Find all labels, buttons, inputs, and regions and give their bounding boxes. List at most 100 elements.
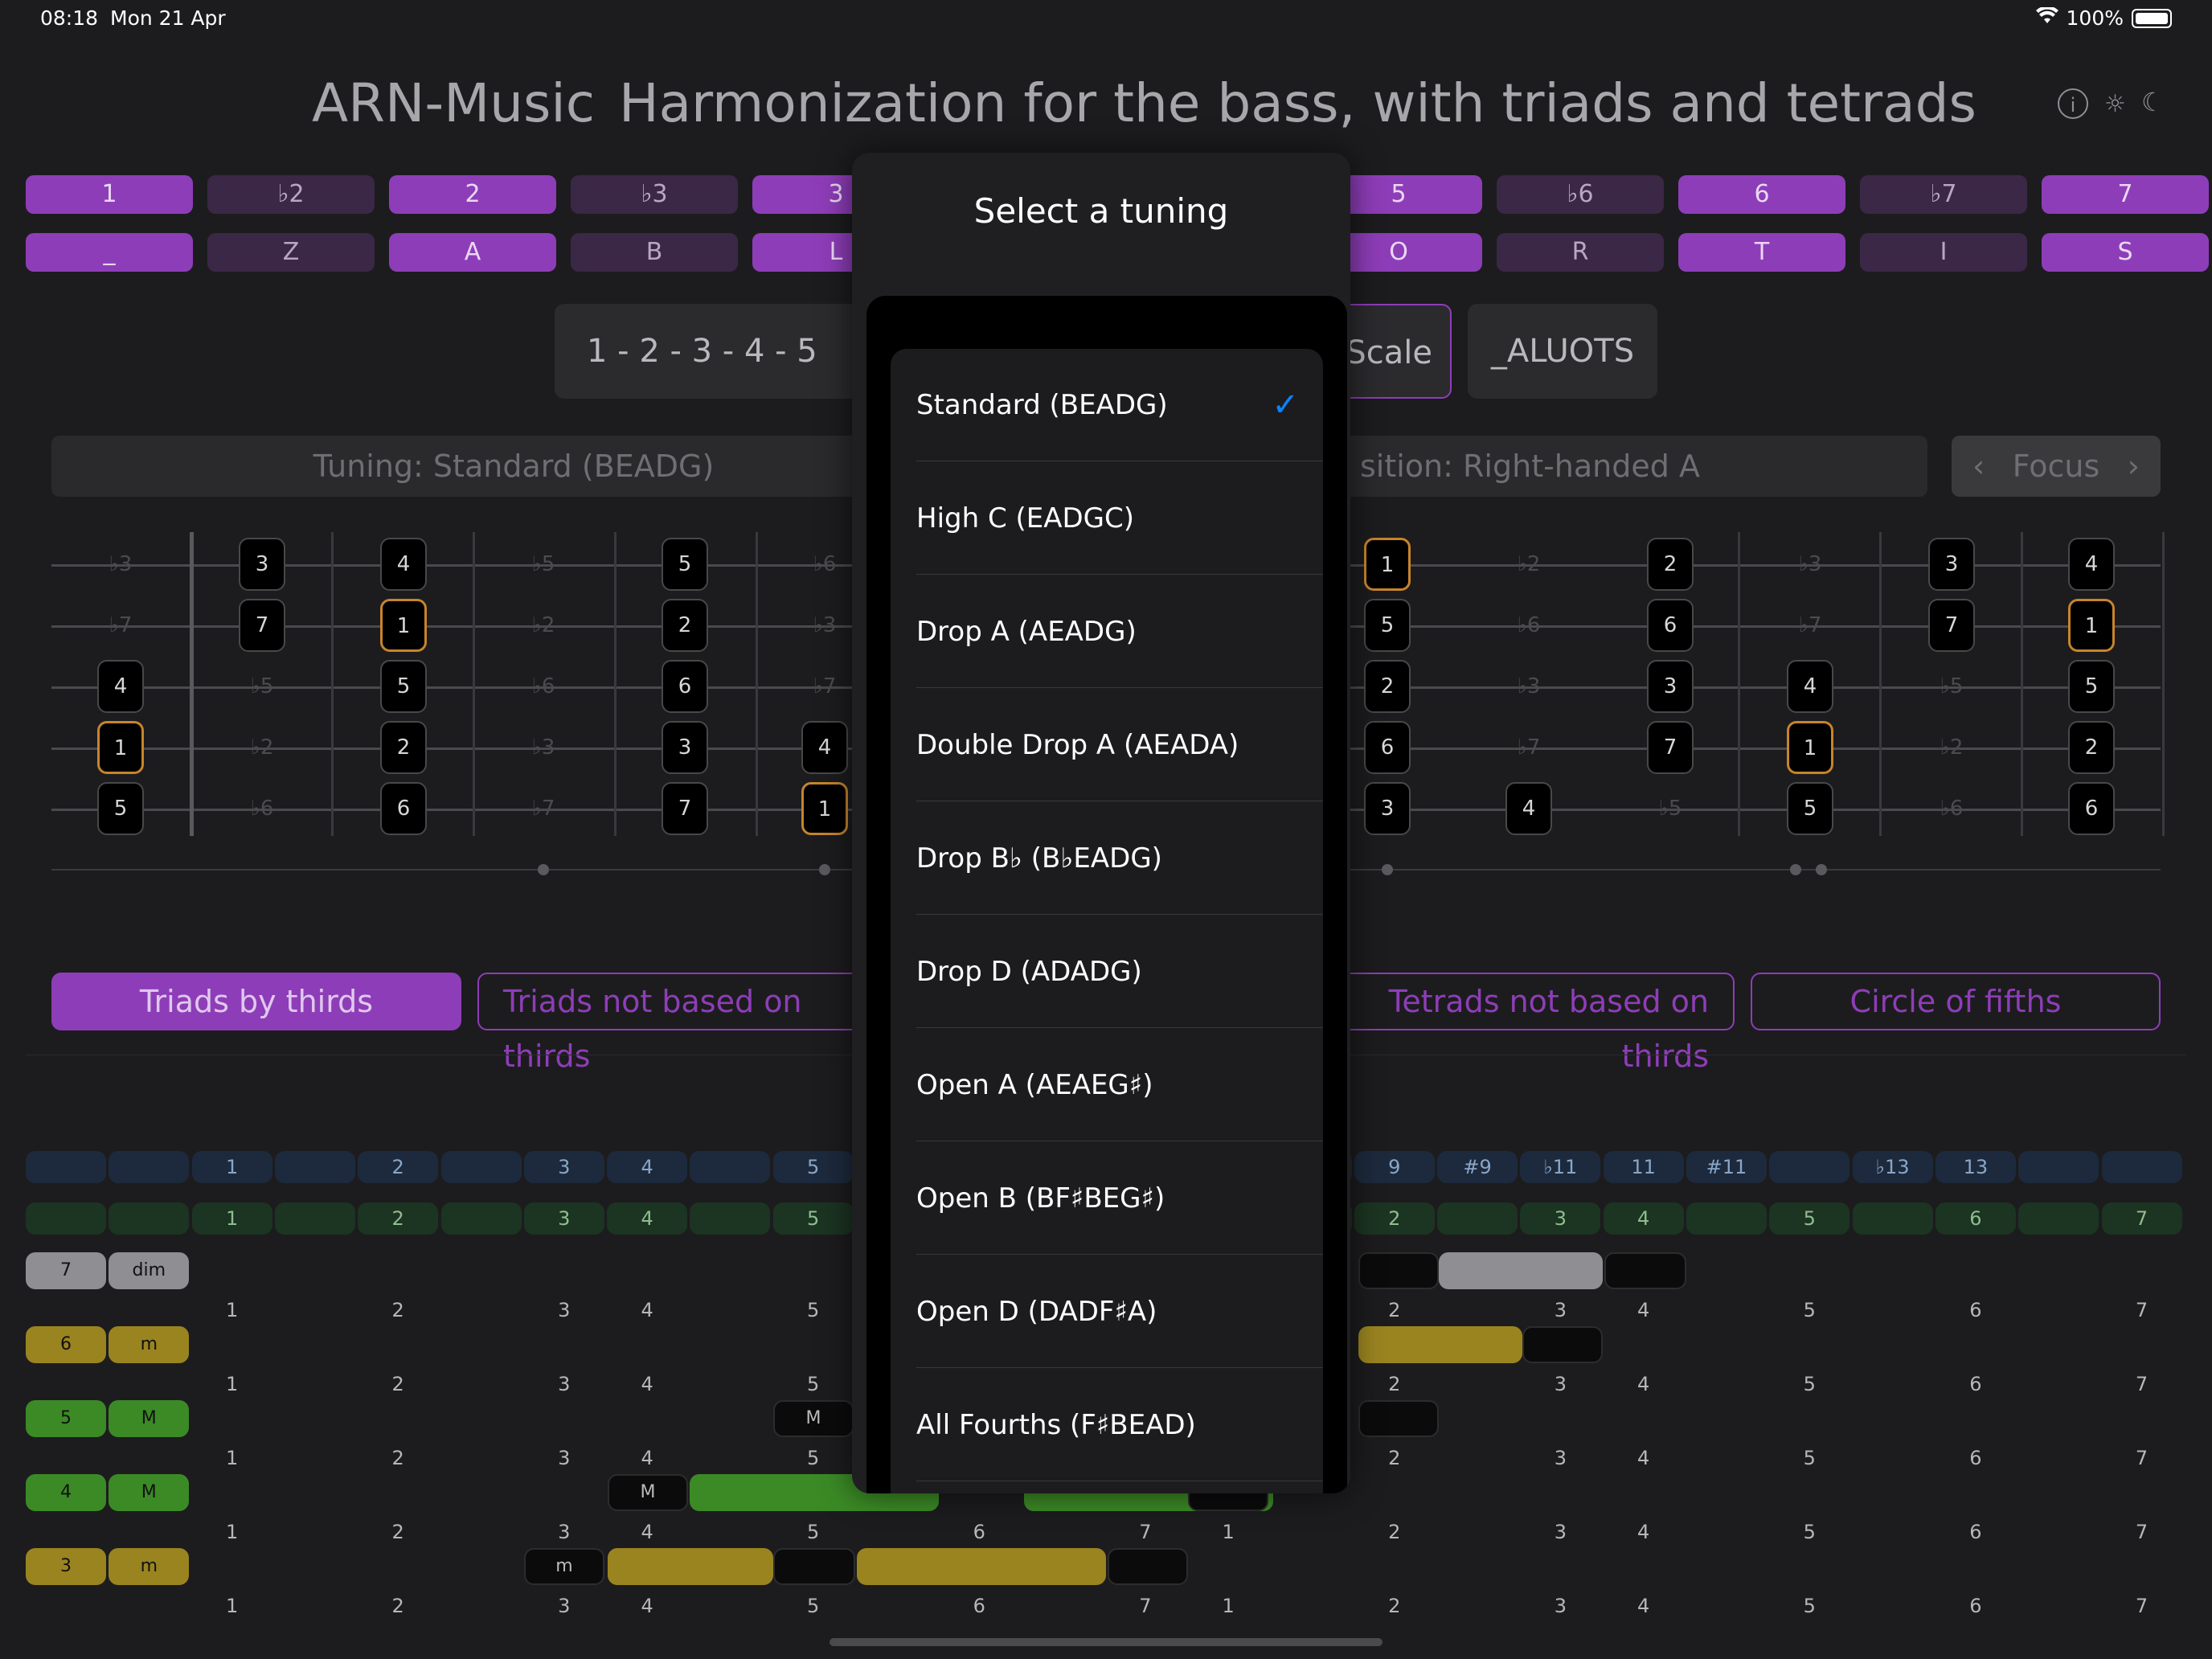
tuning-option[interactable]: Open B (BF♯BEG♯) bbox=[916, 1142, 1323, 1255]
fret-note[interactable]: ♭6 bbox=[239, 782, 285, 835]
fret-note[interactable]: 5 bbox=[2068, 660, 2115, 713]
fret-note[interactable]: ♭3 bbox=[1505, 660, 1552, 713]
fret-note[interactable]: ♭3 bbox=[1787, 538, 1833, 591]
row-quality[interactable]: M bbox=[109, 1474, 190, 1511]
letter-pill[interactable]: _ bbox=[26, 233, 193, 272]
interval-pill[interactable]: ♭2 bbox=[207, 175, 375, 214]
interval-pill[interactable]: 7 bbox=[2042, 175, 2209, 214]
fret-note[interactable]: 4 bbox=[380, 538, 427, 591]
interval-pill[interactable]: ♭6 bbox=[1497, 175, 1664, 214]
fret-note[interactable]: ♭2 bbox=[239, 721, 285, 774]
tab-tetrads-not-thirds[interactable]: Tetrads not based on thirds bbox=[1328, 973, 1735, 1074]
tab-triads-not-thirds[interactable]: Triads not based on thirds bbox=[477, 973, 895, 1074]
chord-block[interactable] bbox=[1604, 1252, 1686, 1289]
fret-note[interactable]: 3 bbox=[1928, 538, 1975, 591]
interval-pill[interactable]: ♭7 bbox=[1860, 175, 2027, 214]
fret-note[interactable]: ♭5 bbox=[1647, 782, 1694, 835]
fret-note[interactable]: 4 bbox=[1505, 782, 1552, 835]
tab-circle-of-fifths[interactable]: Circle of fifths bbox=[1751, 973, 2161, 1030]
home-indicator[interactable] bbox=[830, 1638, 1382, 1646]
tuning-option[interactable]: Standard (BEADG) ✓ bbox=[916, 349, 1323, 461]
fret-note[interactable]: ♭3 bbox=[97, 538, 144, 591]
tuning-selector[interactable]: Tuning: Standard (BEADG) bbox=[51, 436, 976, 497]
fret-note[interactable]: 4 bbox=[801, 721, 848, 774]
fret-note[interactable]: ♭3 bbox=[801, 599, 848, 652]
fret-note[interactable]: 4 bbox=[1787, 660, 1833, 713]
chevron-left-icon[interactable]: ‹ bbox=[1972, 436, 1985, 497]
tuning-option[interactable]: Open D (DADF♯A) bbox=[916, 1256, 1323, 1368]
chord-block[interactable] bbox=[1108, 1548, 1188, 1585]
fret-note[interactable]: 6 bbox=[380, 782, 427, 835]
fret-note[interactable]: 1 bbox=[1787, 721, 1833, 774]
tuning-option[interactable]: Drop A (AEADG) bbox=[916, 576, 1323, 688]
interval-pill[interactable]: ♭3 bbox=[571, 175, 738, 214]
row-degree[interactable]: 3 bbox=[26, 1548, 106, 1585]
fret-note[interactable]: ♭2 bbox=[1505, 538, 1552, 591]
row-quality[interactable]: m bbox=[109, 1326, 190, 1363]
fret-note[interactable]: 1 bbox=[2068, 599, 2115, 652]
fret-note[interactable]: 3 bbox=[1364, 782, 1411, 835]
fret-note[interactable]: ♭2 bbox=[1928, 721, 1975, 774]
row-quality[interactable]: dim bbox=[109, 1252, 190, 1289]
interval-pill[interactable]: 1 bbox=[26, 175, 193, 214]
letter-pill[interactable]: Z bbox=[207, 233, 375, 272]
letter-pill[interactable]: B bbox=[571, 233, 738, 272]
fret-note[interactable]: 2 bbox=[380, 721, 427, 774]
tuning-option[interactable]: Drop B♭ (B♭EADG) bbox=[916, 802, 1323, 915]
fret-note[interactable]: 2 bbox=[1364, 660, 1411, 713]
fret-note[interactable]: 5 bbox=[1787, 782, 1833, 835]
fret-note[interactable]: 6 bbox=[2068, 782, 2115, 835]
fret-note[interactable]: 7 bbox=[662, 782, 708, 835]
chord-bar[interactable] bbox=[1358, 1326, 1522, 1363]
fret-note[interactable]: 4 bbox=[97, 660, 144, 713]
fret-note[interactable]: 7 bbox=[1928, 599, 1975, 652]
fret-note[interactable]: 6 bbox=[1647, 599, 1694, 652]
fret-note[interactable]: 4 bbox=[2068, 538, 2115, 591]
fret-note[interactable]: ♭6 bbox=[1505, 599, 1552, 652]
fret-note[interactable]: ♭2 bbox=[520, 599, 567, 652]
chord-bar[interactable] bbox=[1439, 1252, 1603, 1289]
chord-block[interactable]: M bbox=[773, 1400, 854, 1437]
row-degree[interactable]: 5 bbox=[26, 1400, 106, 1437]
fret-note[interactable]: ♭7 bbox=[1787, 599, 1833, 652]
fret-note[interactable]: ♭7 bbox=[801, 660, 848, 713]
letter-pill[interactable]: T bbox=[1678, 233, 1845, 272]
tuning-option[interactable]: All Fourths (F♯BEAD) bbox=[916, 1369, 1323, 1481]
fret-note[interactable]: 6 bbox=[1364, 721, 1411, 774]
interval-pill[interactable]: 2 bbox=[389, 175, 556, 214]
fret-note[interactable]: 2 bbox=[662, 599, 708, 652]
chord-block[interactable]: M bbox=[608, 1474, 688, 1511]
fret-note[interactable]: 1 bbox=[97, 721, 144, 774]
letter-pill[interactable]: I bbox=[1860, 233, 2027, 272]
chord-bar[interactable] bbox=[608, 1548, 773, 1585]
fret-note[interactable]: 1 bbox=[1364, 538, 1411, 591]
fret-note[interactable]: 5 bbox=[97, 782, 144, 835]
fret-note[interactable]: 1 bbox=[380, 599, 427, 652]
info-icon[interactable]: i bbox=[2058, 88, 2088, 119]
fret-note[interactable]: 3 bbox=[1647, 660, 1694, 713]
position-selector[interactable]: sition: Right-handed A bbox=[1318, 436, 1927, 497]
fret-note[interactable]: ♭6 bbox=[801, 538, 848, 591]
row-quality[interactable]: m bbox=[109, 1548, 190, 1585]
row-degree[interactable]: 4 bbox=[26, 1474, 106, 1511]
row-quality[interactable]: M bbox=[109, 1400, 190, 1437]
scale-name-button[interactable]: _ALUOTS bbox=[1468, 304, 1657, 399]
letter-pill[interactable]: A bbox=[389, 233, 556, 272]
fret-note[interactable]: ♭7 bbox=[1505, 721, 1552, 774]
fret-note[interactable]: 1 bbox=[801, 782, 848, 835]
chevron-right-icon[interactable]: › bbox=[2128, 436, 2140, 497]
focus-control[interactable]: ‹ Focus › bbox=[1952, 436, 2161, 497]
chord-block[interactable] bbox=[1522, 1326, 1603, 1363]
fret-note[interactable]: ♭7 bbox=[97, 599, 144, 652]
fret-note[interactable]: 2 bbox=[2068, 721, 2115, 774]
fret-note[interactable]: ♭5 bbox=[1928, 660, 1975, 713]
fret-note[interactable]: ♭5 bbox=[239, 660, 285, 713]
tuning-option[interactable]: Open A (AEAEG♯) bbox=[916, 1029, 1323, 1141]
row-degree[interactable]: 6 bbox=[26, 1326, 106, 1363]
fret-note[interactable]: ♭3 bbox=[520, 721, 567, 774]
tuning-option[interactable]: High C (EADGC) bbox=[916, 462, 1323, 575]
fret-note[interactable]: ♭7 bbox=[520, 782, 567, 835]
chord-block[interactable]: m bbox=[524, 1548, 604, 1585]
letter-pill[interactable]: S bbox=[2042, 233, 2209, 272]
tab-triads-by-thirds[interactable]: Triads by thirds bbox=[51, 973, 461, 1030]
